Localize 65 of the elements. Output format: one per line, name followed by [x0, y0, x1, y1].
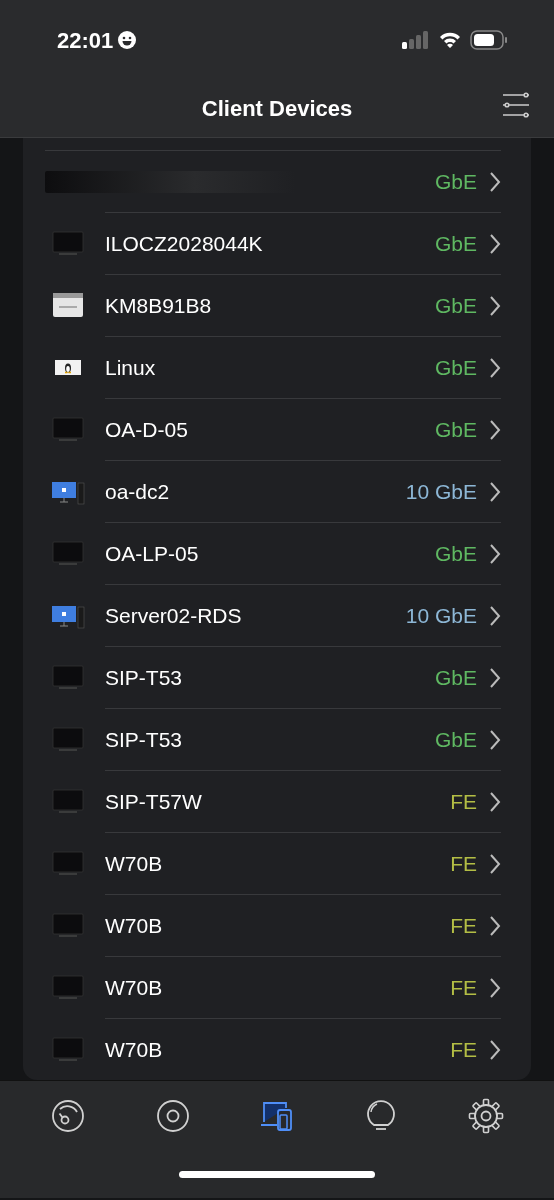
link-speed: 10 GbE	[405, 478, 477, 505]
device-row[interactable]: oa-dc2 10 GbE	[23, 460, 531, 522]
device-name: W70B	[105, 1036, 163, 1063]
device-name: oa-dc2	[105, 478, 170, 505]
filter-icon[interactable]	[502, 92, 530, 118]
device-row[interactable]: OA-D-05 GbE	[23, 398, 531, 460]
status-time: 22:01	[57, 26, 114, 55]
chevron-right-icon	[489, 852, 501, 875]
device-row[interactable]: KM8B91B8 GbE	[23, 274, 531, 336]
link-speed: GbE	[434, 664, 477, 691]
link-speed: GbE	[434, 168, 477, 195]
link-speed: GbE	[434, 540, 477, 567]
link-speed: GbE	[434, 292, 477, 319]
device-row[interactable]: OA-LP-05 GbE	[23, 522, 531, 584]
smiley-icon	[117, 30, 138, 50]
wifi-icon	[438, 31, 462, 49]
device-name: Linux	[105, 354, 156, 381]
signal-icon	[402, 31, 430, 49]
device-name: OA-LP-05	[105, 540, 199, 567]
device-name: OA-D-05	[105, 416, 188, 443]
link-speed: FE	[450, 912, 477, 939]
device-row[interactable]: W70B FE	[23, 956, 531, 1018]
device-row[interactable]: Server02-RDS 10 GbE	[23, 584, 531, 646]
device-row[interactable]: SIP-T57W FE	[23, 770, 531, 832]
device-name: ILOCZ2028044K	[105, 230, 263, 257]
device-name: W70B	[105, 850, 163, 877]
chevron-right-icon	[489, 604, 501, 627]
device-row[interactable]: SIP-T53 GbE	[23, 708, 531, 770]
chevron-right-icon	[489, 480, 501, 503]
chevron-right-icon	[489, 976, 501, 999]
device-row[interactable]: W70B FE	[23, 894, 531, 956]
chevron-right-icon	[489, 170, 501, 193]
chevron-right-icon	[489, 666, 501, 689]
chevron-right-icon	[489, 790, 501, 813]
chevron-right-icon	[489, 232, 501, 255]
chevron-right-icon	[489, 728, 501, 751]
chevron-right-icon	[489, 418, 501, 441]
link-speed: GbE	[434, 416, 477, 443]
chevron-right-icon	[489, 294, 501, 317]
device-row[interactable]: SIP-T53 GbE	[23, 646, 531, 708]
page-title: Client Devices	[201, 94, 353, 123]
device-name: W70B	[105, 974, 163, 1001]
device-name: W70B	[105, 912, 163, 939]
link-speed: FE	[450, 1036, 477, 1063]
link-speed: GbE	[434, 230, 477, 257]
device-name: KM8B91B8	[105, 292, 212, 319]
device-name: Server02-RDS	[105, 602, 242, 629]
device-row[interactable]: Linux GbE	[23, 336, 531, 398]
device-name: SIP-T53	[105, 664, 183, 691]
device-name: SIP-T57W	[105, 788, 202, 815]
device-row[interactable]: W70B FE	[23, 832, 531, 894]
chevron-right-icon	[489, 542, 501, 565]
link-speed: GbE	[434, 354, 477, 381]
device-row[interactable]: ILOCZ2028044K GbE	[23, 212, 531, 274]
link-speed: 10 GbE	[405, 602, 477, 629]
chevron-right-icon	[489, 1038, 501, 1061]
link-speed: FE	[450, 788, 477, 815]
link-speed: GbE	[434, 726, 477, 753]
chevron-right-icon	[489, 356, 501, 379]
chevron-right-icon	[489, 914, 501, 937]
link-speed: FE	[450, 850, 477, 877]
link-speed: FE	[450, 974, 477, 1001]
device-row[interactable]: GbE	[23, 150, 531, 212]
battery-icon	[470, 30, 508, 50]
device-name: SIP-T53	[105, 726, 183, 753]
